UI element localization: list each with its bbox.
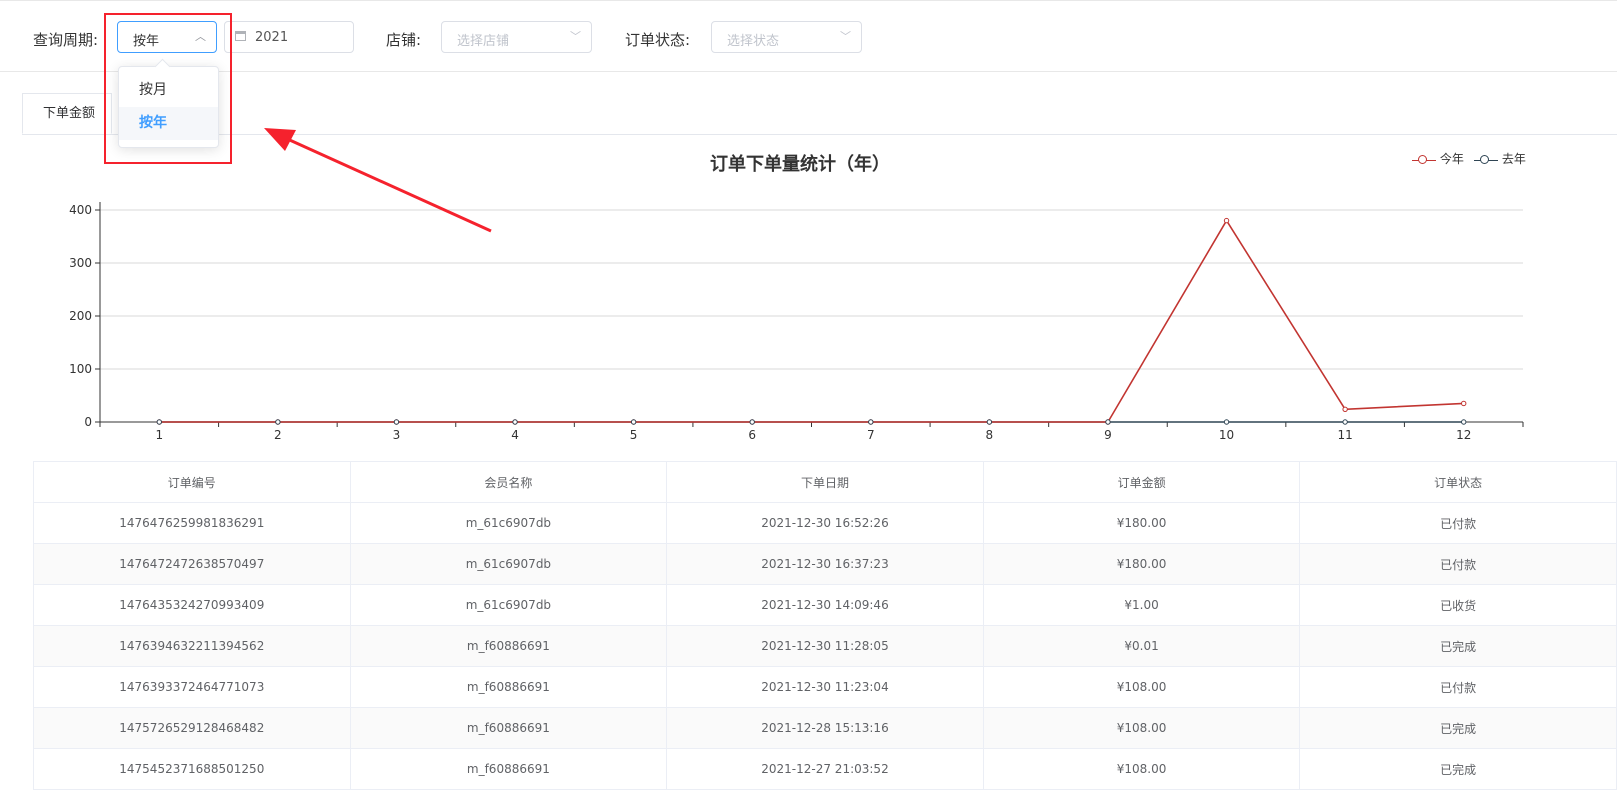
- y-tick-label: 0: [84, 415, 92, 429]
- annotation-highlight-box: [104, 13, 232, 164]
- column-header: 下单日期: [666, 461, 984, 503]
- x-tick-label: 2: [274, 428, 282, 442]
- table-cell: 已付款: [1299, 543, 1617, 585]
- line-chart: 01002003004001 2 3 4 5 6 7 8 9 10 11 12: [69, 202, 1524, 442]
- data-point: [1342, 406, 1348, 412]
- data-point: [868, 419, 874, 425]
- data-point: [1223, 217, 1230, 224]
- table-cell: m_61c6907db: [349, 584, 668, 626]
- table-row[interactable]: 1475452371688501250 m_f60886691 2021-12-27…: [33, 748, 1617, 790]
- orders-table: 订单编号 会员名称 下单日期 订单金额 订单状态 1476476259981836291…: [33, 461, 1617, 790]
- series-line: [159, 219, 1464, 423]
- x-tick-label: 8: [986, 428, 994, 442]
- table-cell: 2021-12-30 11:28:05: [666, 625, 984, 667]
- table-cell: 1476435324270993409: [33, 584, 351, 626]
- table-cell: ¥180.00: [982, 543, 1301, 585]
- data-point: [986, 419, 993, 425]
- x-tick-label: 3: [393, 428, 401, 442]
- x-tick-label: 11: [1337, 428, 1352, 442]
- table-cell: 已付款: [1299, 666, 1617, 708]
- x-tick-label: 1: [155, 428, 163, 442]
- table-cell: m_f60886691: [349, 625, 668, 667]
- table-cell: 2021-12-30 14:09:46: [666, 584, 984, 626]
- table-row[interactable]: 1475726529128468482 m_f60886691 2021-12-28…: [33, 707, 1617, 749]
- table-cell: 2021-12-30 11:23:04: [666, 666, 984, 708]
- column-header: 订单状态: [1299, 461, 1617, 503]
- data-point: [156, 419, 162, 425]
- table-cell: 2021-12-27 21:03:52: [666, 748, 984, 790]
- data-point: [1342, 419, 1348, 425]
- table-cell: 已付款: [1299, 502, 1617, 544]
- table-cell: 2021-12-30 16:52:26: [666, 502, 984, 544]
- table-cell: ¥1.00: [982, 584, 1301, 626]
- table-cell: 已完成: [1299, 625, 1617, 667]
- table-cell: 1475726529128468482: [33, 707, 351, 749]
- table-cell: 1476393372464771073: [33, 666, 351, 708]
- table-header-row: 订单编号 会员名称 下单日期 订单金额 订单状态: [33, 461, 1617, 503]
- table-row[interactable]: 1476435324270993409 m_61c6907db 2021-12-30…: [33, 584, 1617, 626]
- data-point: [1461, 419, 1467, 425]
- table-cell: m_f60886691: [349, 748, 668, 790]
- table-cell: m_61c6907db: [349, 502, 668, 544]
- table-cell: m_f60886691: [349, 666, 668, 708]
- table-cell: 1476394632211394562: [33, 625, 351, 667]
- table-cell: 已完成: [1299, 748, 1617, 790]
- y-tick-label: 400: [69, 203, 92, 217]
- table-cell: 1476472472638570497: [33, 543, 351, 585]
- x-tick-label: 12: [1456, 428, 1471, 442]
- data-point: [749, 419, 755, 425]
- table-cell: 2021-12-30 16:37:23: [666, 543, 984, 585]
- x-tick-label: 10: [1219, 428, 1234, 442]
- x-tick-label: 6: [748, 428, 756, 442]
- table-row[interactable]: 1476393372464771073 m_f60886691 2021-12-30…: [33, 666, 1617, 708]
- x-tick-label: 5: [630, 428, 638, 442]
- table-row[interactable]: 1476472472638570497 m_61c6907db 2021-12-30…: [33, 543, 1617, 585]
- data-point: [275, 419, 281, 425]
- table-cell: 已完成: [1299, 707, 1617, 749]
- y-tick-label: 100: [69, 362, 92, 376]
- table-row[interactable]: 1476476259981836291 m_61c6907db 2021-12-30…: [33, 502, 1617, 544]
- table-cell: ¥108.00: [982, 666, 1301, 708]
- table-cell: ¥108.00: [982, 748, 1301, 790]
- column-header: 订单金额: [982, 461, 1301, 503]
- table-cell: 1475452371688501250: [33, 748, 351, 790]
- table-cell: ¥180.00: [982, 502, 1301, 544]
- y-tick-label: 300: [69, 256, 92, 270]
- table-cell: ¥0.01: [982, 625, 1301, 667]
- x-tick-label: 7: [867, 428, 875, 442]
- column-header: 订单编号: [33, 461, 351, 503]
- table-cell: ¥108.00: [982, 707, 1301, 749]
- data-point: [1105, 419, 1111, 425]
- table-cell: 2021-12-28 15:13:16: [666, 707, 984, 749]
- data-point: [1461, 400, 1467, 407]
- y-tick-label: 200: [69, 309, 92, 323]
- table-cell: m_61c6907db: [349, 543, 668, 585]
- data-point: [393, 419, 400, 425]
- table-cell: m_f60886691: [349, 707, 668, 749]
- table-cell: 1476476259981836291: [33, 502, 351, 544]
- x-tick-label: 9: [1104, 428, 1112, 442]
- column-header: 会员名称: [349, 461, 668, 503]
- orders-table-wrap: 订单编号 会员名称 下单日期 订单金额 订单状态 1476476259981836291…: [33, 461, 1617, 790]
- table-row[interactable]: 1476394632211394562 m_f60886691 2021-12-30…: [33, 625, 1617, 667]
- data-point: [630, 419, 637, 425]
- data-point: [512, 419, 518, 425]
- x-tick-label: 4: [511, 428, 519, 442]
- table-cell: 已收货: [1299, 584, 1617, 626]
- data-point: [1223, 419, 1230, 425]
